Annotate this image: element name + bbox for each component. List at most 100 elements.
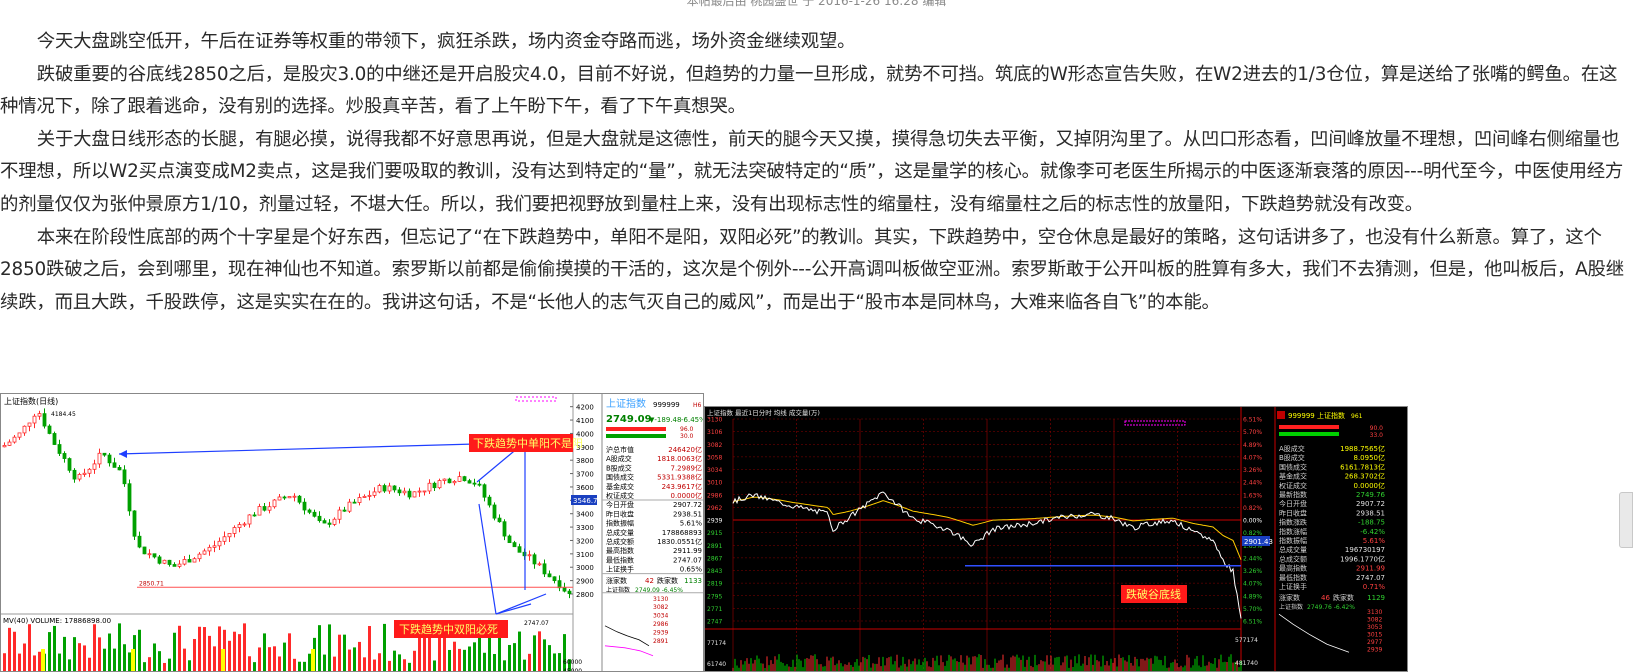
volume-bar (483, 652, 486, 671)
candle-body (7, 441, 12, 446)
mini-tick: 3082 (653, 604, 668, 611)
candle-body (242, 523, 247, 526)
quote-row-value: 2938.51 (673, 510, 702, 518)
quote-row-label: 最高指数 (1279, 564, 1307, 573)
vol-tick: 60000 (563, 659, 582, 666)
minute-left-tick: 3058 (707, 454, 722, 461)
minute-left-tick: 2747 (707, 619, 722, 626)
quote-row-label: 基金成交 (1279, 472, 1307, 481)
volume-bar (193, 638, 196, 671)
daily-y-tick: 3200 (576, 537, 594, 545)
candle-body (557, 580, 562, 589)
quote-row-label: 最高指数 (606, 546, 634, 555)
volume-bar (458, 648, 461, 671)
minute-right-tick: 5.70% (1243, 429, 1262, 436)
quote-row-value: 1988.7565亿 (1340, 444, 1385, 453)
candle-body (372, 491, 377, 496)
candle-body (342, 509, 347, 512)
minute-title: 上证指数 最近1日分时 均线 成交量(万) (707, 408, 820, 417)
candle-body (107, 454, 112, 464)
quote-last: 2749.09 (606, 414, 652, 425)
candle-body (262, 506, 267, 511)
quote-row-value: 2907.72 (1356, 500, 1385, 508)
candle-body (222, 536, 227, 542)
quote-row-label: A股成交 (606, 454, 632, 463)
volume-bar (528, 653, 531, 671)
volume-bar (258, 647, 261, 671)
volume-bar (23, 643, 26, 671)
candle-body (142, 546, 147, 555)
volume-bar (558, 653, 561, 671)
candle-body (12, 436, 17, 443)
candle-body (167, 559, 172, 565)
volume-bar (58, 653, 61, 671)
article-paragraph: 跌破重要的谷底线2850之后，是股灾3.0的中继还是开启股灾4.0，目前不好说，… (0, 63, 1618, 118)
minute-left-tick: 2771 (707, 606, 722, 613)
candle-body (487, 496, 492, 506)
minute-left-tick: 2962 (707, 505, 722, 512)
side-scroll-button[interactable] (1619, 492, 1633, 548)
volume-bar (33, 655, 36, 671)
candle-body (327, 522, 332, 525)
quote-row-value: 2747.07 (1356, 574, 1385, 582)
volume-bar (28, 624, 31, 671)
quote-pct: -6.45% (681, 416, 703, 424)
mini-tick: 3015 (1367, 632, 1382, 639)
volume-bar (388, 660, 391, 671)
candle-body (412, 491, 417, 498)
candle-body (52, 433, 57, 445)
candle-body (127, 483, 132, 512)
minute-right-tick: 6.51% (1243, 619, 1262, 626)
quote-badge (1277, 411, 1285, 419)
candle-body (457, 476, 462, 482)
minute-left-tick: 2915 (707, 530, 722, 537)
volume-bar (443, 634, 446, 671)
volume-bar (188, 660, 191, 671)
candle-body (387, 485, 392, 492)
candle-body (552, 576, 557, 582)
candle-body (282, 496, 287, 499)
quote-row-label: 昨日收盘 (1279, 508, 1307, 517)
candle-body (377, 485, 382, 493)
daily-y-tick: 3300 (576, 524, 594, 532)
volume-bar (103, 648, 106, 671)
daily-y-tick: 4100 (576, 417, 594, 425)
volume-bar (378, 653, 381, 671)
candle-body (312, 511, 317, 517)
up-count: 46 (1321, 594, 1330, 602)
volume-bar (463, 649, 466, 671)
candle-body (512, 542, 517, 548)
volume-bar (548, 645, 551, 671)
candle-body (237, 524, 242, 528)
candle-body (527, 554, 532, 557)
price-tag: 3546.7 (573, 497, 598, 505)
volume-bar (538, 631, 541, 671)
quote-row-value: 196730197 (1345, 546, 1385, 554)
up-count: 42 (645, 577, 654, 585)
quote-row-value: 2938.51 (1356, 509, 1385, 517)
volume-bar (168, 658, 171, 671)
candle-body (207, 546, 212, 552)
volume-bar (38, 651, 41, 671)
candle-body (427, 482, 432, 492)
quote-name: 上证指数 (1317, 411, 1345, 420)
volume-bar (328, 624, 331, 671)
volume-bar (63, 636, 66, 671)
quote-row-value: 2907.72 (673, 501, 702, 509)
daily-chart-title: 上证指数(日线) (4, 396, 58, 406)
candle-body (432, 482, 437, 489)
volume-bar (353, 647, 356, 671)
volume-bar (383, 623, 386, 671)
volume-bar (213, 646, 216, 671)
high-label: 4184.45 (51, 411, 76, 418)
quote-row-value: 0.0000亿 (671, 491, 703, 500)
quote-row-label: 指数振幅 (1279, 536, 1307, 545)
quote-row-value: 1830.0551亿 (657, 537, 702, 546)
volume-bar (498, 633, 501, 671)
low-label: 2747.07 (524, 620, 549, 627)
minute-right-tick: 5.70% (1243, 606, 1262, 613)
candle-body (437, 480, 442, 489)
volume-bar (413, 650, 416, 671)
candle-body (267, 506, 272, 511)
daily-kline-screenshot: 上证指数(日线) MV(40) VOLUME: 17886898.00 4200 41… (0, 393, 704, 672)
